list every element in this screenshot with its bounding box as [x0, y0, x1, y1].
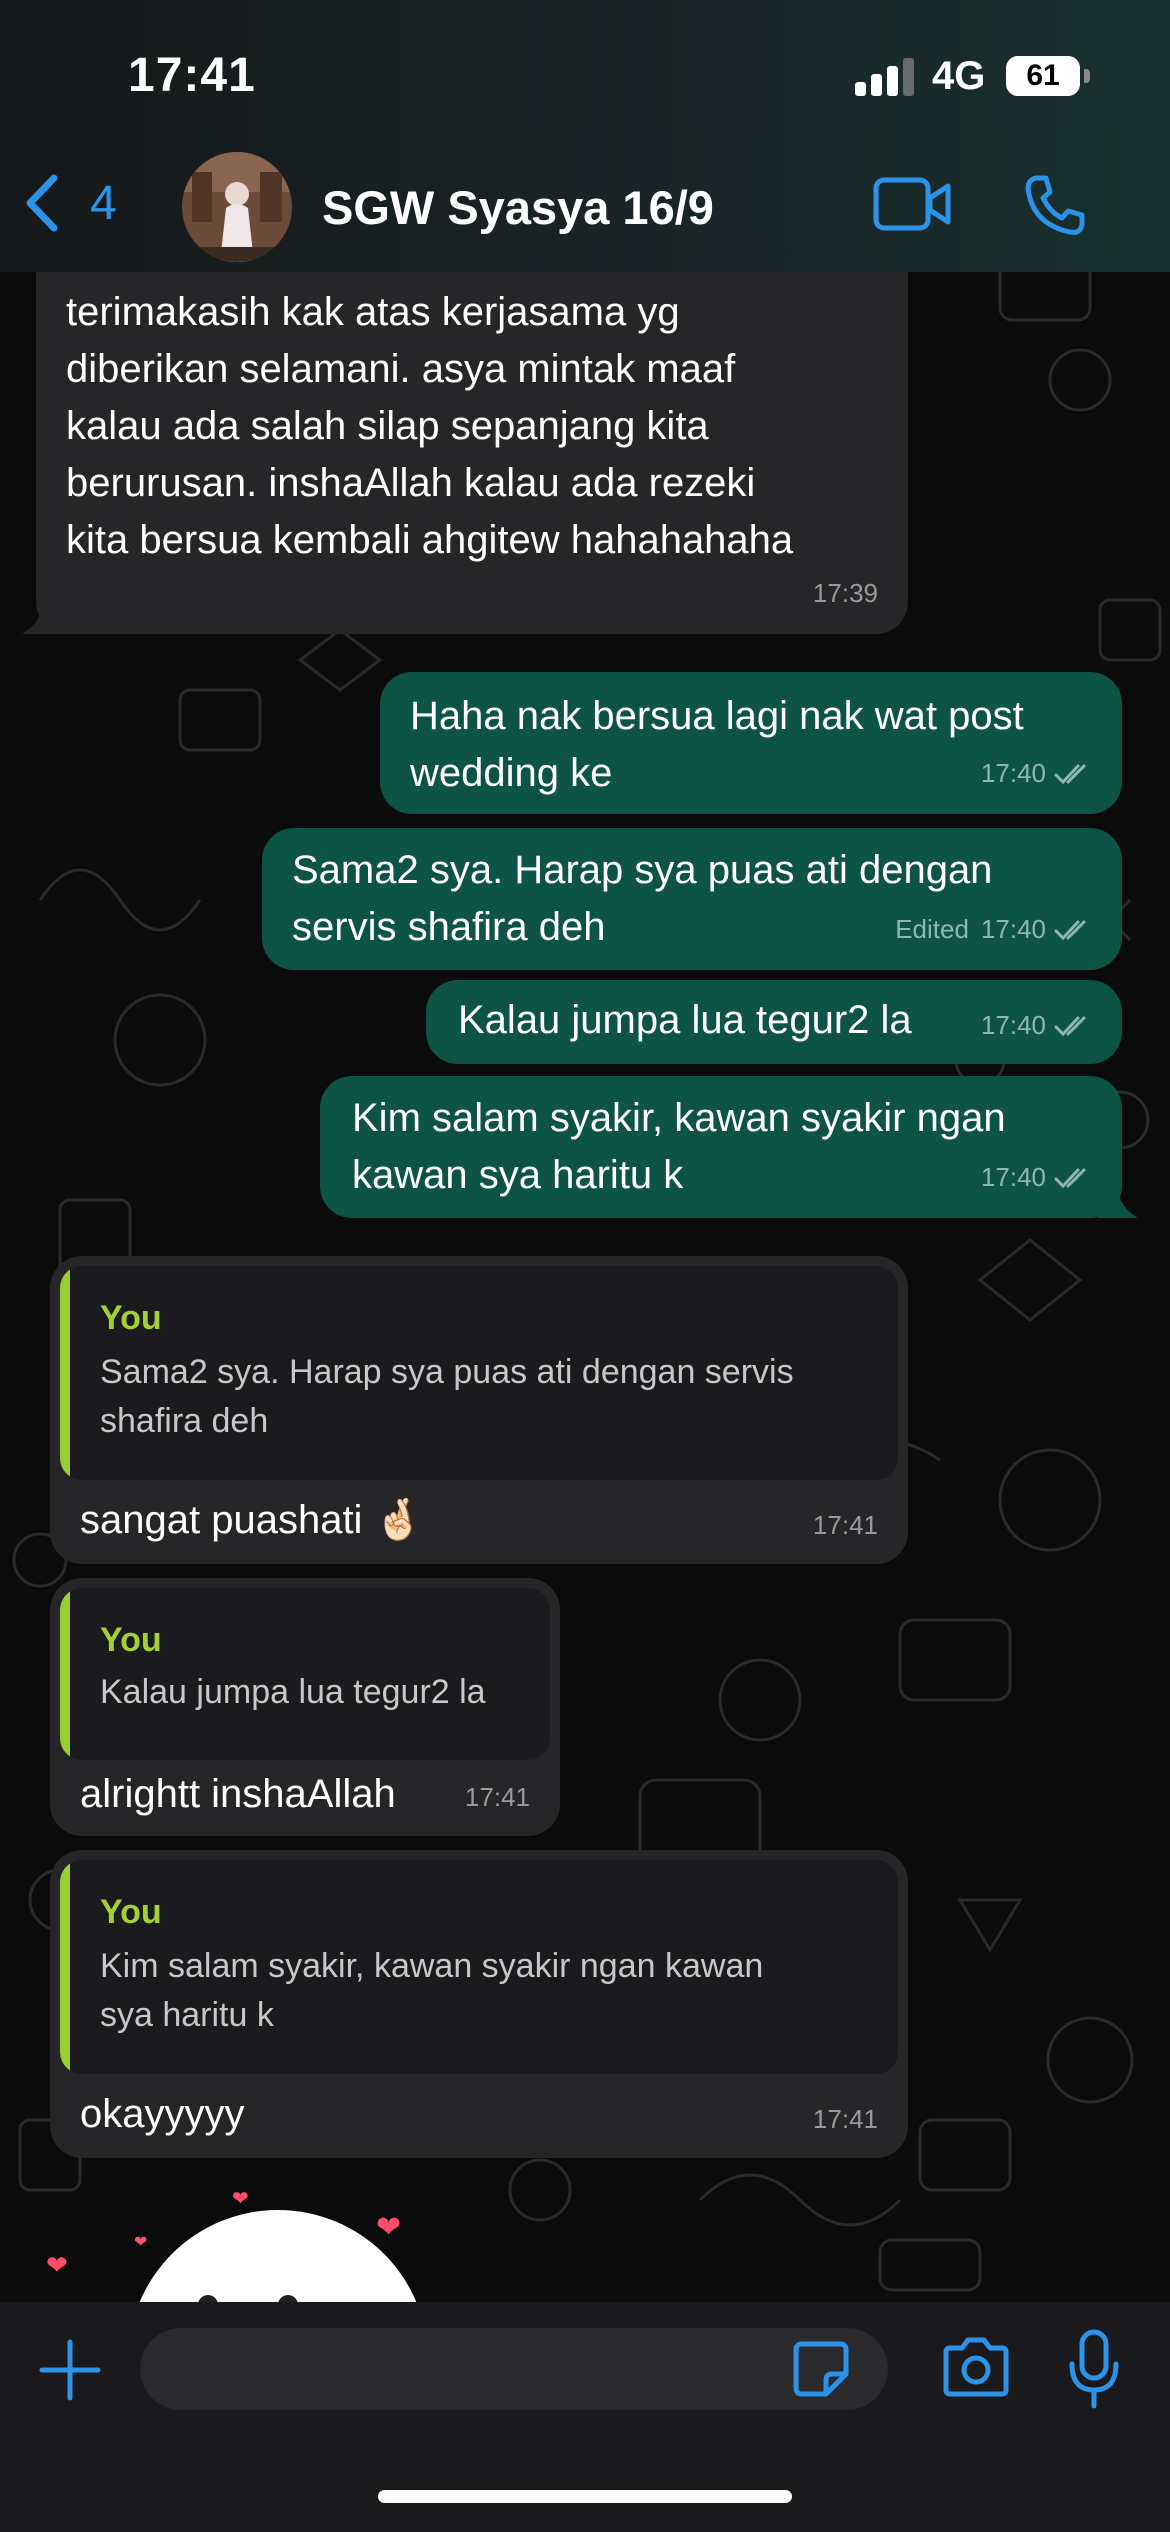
message-bubble-outgoing[interactable]: Sama2 sya. Harap sya puas ati dengan ser…: [262, 828, 1122, 970]
message-bubble-outgoing[interactable]: Kim salam syakir, kawan syakir ngan kawa…: [320, 1076, 1122, 1218]
message-meta: 17:41: [465, 1769, 530, 1826]
heart-icon: ❤: [376, 2211, 402, 2244]
message-meta: Edited 17:40: [895, 901, 1092, 958]
reply-bubble-incoming[interactable]: You Sama2 sya. Harap sya puas ati dengan…: [50, 1256, 908, 1564]
message-meta: 17:40: [981, 1149, 1092, 1206]
quote-author: You: [100, 1893, 162, 1931]
message-time: 17:40: [980, 914, 1046, 944]
message-input[interactable]: [140, 2328, 888, 2410]
quote-accent-bar: [60, 1588, 70, 1760]
video-call-icon[interactable]: [872, 174, 952, 234]
status-time: 17:41: [128, 49, 256, 102]
plus-icon[interactable]: [38, 2338, 102, 2402]
battery-tip: [1084, 69, 1090, 83]
quote-text: Sama2 sya. Harap sya puas ati dengan ser…: [100, 1353, 794, 1440]
edited-label: Edited: [895, 914, 969, 944]
message-time: 17:40: [980, 758, 1046, 788]
message-meta: 17:41: [813, 1497, 878, 1554]
message-time: 17:39: [812, 578, 878, 608]
message-text: alrightt inshaAllah: [80, 1772, 396, 1816]
quoted-message[interactable]: You Kalau jumpa lua tegur2 la: [60, 1588, 550, 1760]
home-indicator[interactable]: [378, 2490, 792, 2503]
back-button[interactable]: 4: [22, 172, 117, 234]
message-meta: 17:40: [981, 745, 1092, 802]
battery-level: 61: [1026, 59, 1060, 92]
quote-accent-bar: [60, 1860, 70, 2074]
message-time: 17:41: [812, 1510, 878, 1540]
sticker-icon[interactable]: [792, 2340, 850, 2398]
read-receipt-icon: [1054, 1016, 1086, 1036]
heart-icon: ❤: [46, 2250, 68, 2280]
chat-header: 17:41 4G 61 4 SGW Syasya 16/9: [0, 0, 1170, 272]
quote-author: You: [100, 1621, 162, 1659]
message-meta: 17:39: [813, 565, 878, 622]
message-text: Haha nak bersua lagi nak wat post weddin…: [410, 694, 1024, 795]
message-bubble-outgoing[interactable]: Haha nak bersua lagi nak wat post weddin…: [380, 672, 1122, 814]
battery-icon: 61: [1006, 56, 1080, 96]
message-meta: 17:41: [813, 2091, 878, 2148]
message-bubble-outgoing[interactable]: Kalau jumpa lua tegur2 la 17:40: [426, 980, 1122, 1064]
quote-text: Kalau jumpa lua tegur2 la: [100, 1673, 486, 1711]
read-receipt-icon: [1054, 1168, 1086, 1188]
message-meta: 17:40: [981, 997, 1092, 1054]
contact-name[interactable]: SGW Syasya 16/9: [322, 180, 714, 235]
quote-accent-bar: [60, 1266, 70, 1480]
heart-icon: ❤: [134, 2234, 148, 2251]
quoted-message[interactable]: You Kim salam syakir, kawan syakir ngan …: [60, 1860, 898, 2074]
heart-icon: ❤: [232, 2188, 249, 2210]
microphone-icon[interactable]: [1068, 2328, 1120, 2410]
read-receipt-icon: [1054, 764, 1086, 784]
phone-icon[interactable]: [1022, 172, 1088, 238]
signal-strength-icon: [855, 58, 917, 96]
back-chevron-icon: [26, 174, 58, 232]
message-text: Sama2 sya. Harap sya puas ati dengan ser…: [292, 848, 993, 949]
message-time: 17:41: [464, 1782, 530, 1812]
message-time: 17:41: [812, 2104, 878, 2134]
message-time: 17:40: [980, 1010, 1046, 1040]
quote-text: Kim salam syakir, kawan syakir ngan kawa…: [100, 1947, 764, 2034]
quote-author: You: [100, 1299, 162, 1337]
reply-bubble-incoming[interactable]: You Kalau jumpa lua tegur2 la alrightt i…: [50, 1578, 560, 1836]
quoted-message[interactable]: You Sama2 sya. Harap sya puas ati dengan…: [60, 1266, 898, 1480]
message-text: Kalau jumpa lua tegur2 la: [458, 998, 912, 1042]
unread-count: 4: [90, 176, 117, 230]
message-text: Kim salam syakir, kawan syakir ngan kawa…: [352, 1096, 1006, 1197]
reply-bubble-incoming[interactable]: You Kim salam syakir, kawan syakir ngan …: [50, 1850, 908, 2158]
contact-avatar[interactable]: [182, 152, 292, 262]
message-text: terimakasih kak atas kerjasama yg diberi…: [66, 290, 794, 562]
message-time: 17:40: [980, 1162, 1046, 1192]
message-text: okayyyyy: [80, 2092, 245, 2136]
message-bubble-incoming[interactable]: terimakasih kak atas kerjasama yg diberi…: [36, 230, 908, 634]
read-receipt-icon: [1054, 920, 1086, 940]
network-type: 4G: [932, 54, 986, 98]
camera-icon[interactable]: [940, 2336, 1012, 2398]
message-text: sangat puashati 🤞🏻: [80, 1498, 424, 1542]
